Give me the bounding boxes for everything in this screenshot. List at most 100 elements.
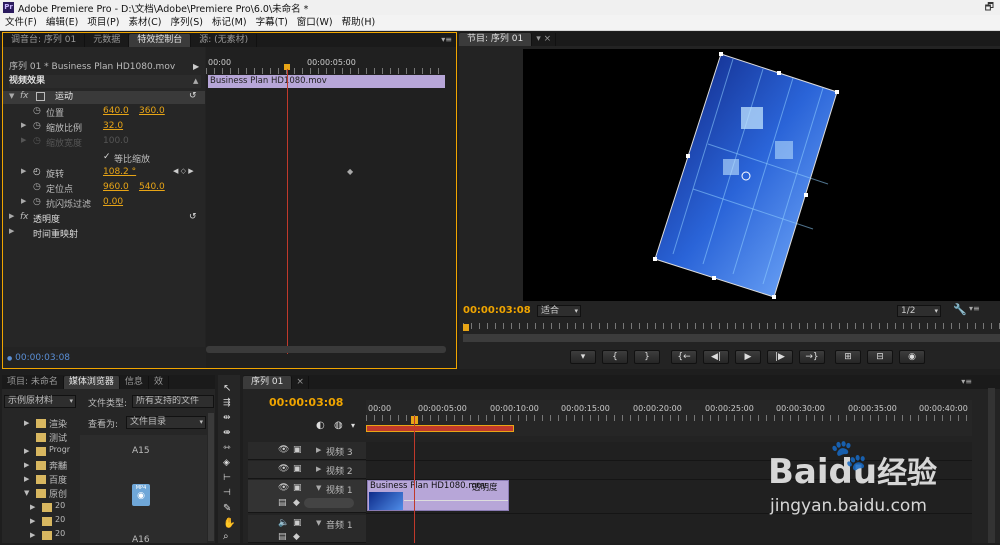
expand-track-icon[interactable]: ▶ [316,446,321,454]
effect-timecode[interactable]: 00:00:03:08 [15,353,70,363]
track-video-3[interactable]: 👁 ▣ ▶ 视频 3 [248,442,366,460]
tab-project[interactable]: 项目: 未命名 [2,376,64,389]
menu-clip[interactable]: 素材(C) [123,15,165,30]
lift-button[interactable]: ⊞ [835,350,861,364]
expand-motion-icon[interactable]: ▼ [9,92,14,100]
fit-select[interactable]: 适合 ▾ [537,305,581,317]
expand-track-icon[interactable]: ▼ [316,484,321,492]
menu-title[interactable]: 字幕(T) [251,15,292,30]
add-marker-timeline-icon[interactable]: ◍ [334,420,343,431]
track-audio-1[interactable]: 🔈 ▣ ▼ 音频 1 ▤ ◆ [248,515,366,543]
expand-arrow-icon[interactable]: ▶ [24,461,29,469]
step-forward-button[interactable]: |▶ [767,350,793,364]
selection-tool-icon[interactable]: ↖ [223,383,231,394]
expand-track-icon[interactable]: ▼ [316,519,321,527]
go-to-in-button[interactable]: {← [671,350,697,364]
position-y-value[interactable]: 360.0 [139,106,165,116]
tab-audio-mixer[interactable]: 调音台: 序列 01 [3,34,86,47]
motion-transform-icon[interactable] [36,92,45,101]
mark-in-button[interactable]: { [602,350,628,364]
panel-menu-icon[interactable]: ▾≡ [441,33,452,46]
expand-arrow-icon[interactable]: ▶ [24,419,29,427]
view-as-select[interactable]: 文件目录 ▾ [126,416,206,429]
expand-arrow-icon[interactable]: ▶ [24,447,29,455]
timeline-ruler[interactable]: 00:00 00:00:05:00 00:00:10:00 00:00:15:0… [366,400,972,436]
vertical-scrollbar[interactable] [208,413,214,541]
tree-item[interactable]: ▶ 百度 [2,473,78,486]
tree-item[interactable]: ▶ 20 [2,501,78,514]
wrench-icon[interactable]: 🔧 [953,303,967,316]
extract-button[interactable]: ⊟ [867,350,893,364]
tree-item[interactable]: 测试 [2,431,78,444]
reset-motion-icon[interactable]: ↺ [189,91,197,101]
eye-icon[interactable]: 👁 [278,445,289,455]
expand-track-icon[interactable]: ▶ [316,465,321,473]
expand-arrow-icon[interactable]: ▼ [24,489,29,497]
lock-icon[interactable]: ▣ [293,445,302,455]
menu-marker[interactable]: 标记(M) [207,15,251,30]
lock-icon[interactable]: ▣ [293,483,302,493]
lock-icon[interactable]: ▣ [293,464,302,474]
tab-effects[interactable]: 效 [149,376,169,389]
rotated-video-frame[interactable] [523,49,1000,301]
program-playhead-handle[interactable] [463,324,469,331]
stopwatch-icon[interactable]: ◷ [33,106,41,116]
expand-arrow-icon[interactable]: ▶ [30,531,35,539]
clip-fx-label[interactable]: 透明度 [472,481,498,493]
tab-sequence-01[interactable]: 序列 01 [243,376,293,389]
tab-program[interactable]: 节目: 序列 01 [459,33,533,46]
monitor-menu-icon[interactable]: ▾≡ [969,304,980,313]
opacity-row[interactable]: ▶ fx 透明度 ↺ [3,212,205,225]
expand-time-remap-icon[interactable]: ▶ [9,227,14,235]
keyframe-nav-icon[interactable]: ◀ ◇ ▶ [173,167,194,175]
scroll-up-arrow-icon[interactable]: ▲ [193,77,198,85]
mark-out-button[interactable]: } [634,350,660,364]
lock-icon[interactable]: ▣ [293,518,302,528]
expand-arrow-icon[interactable]: ▶ [24,475,29,483]
tab-media-browser[interactable]: 媒体浏览器 [63,376,120,389]
scale-value[interactable]: 32.0 [103,121,123,131]
display-style-icon[interactable]: ▤ [278,498,287,508]
rolling-edit-tool-icon[interactable]: ⇼ [223,428,231,438]
tab-source[interactable]: 源: (无素材) [191,34,258,47]
mp4-file-icon[interactable]: MP4 ◉ [132,484,150,506]
resolution-select[interactable]: 1/2 ▾ [897,305,941,317]
tree-item[interactable]: ▼ 原创 [2,487,78,500]
track-select-tool-icon[interactable]: ⇶ [223,398,231,408]
timeline-menu-icon[interactable]: ▾≡ [961,375,972,388]
program-scrub-bar[interactable] [463,334,1000,342]
keyframe-toggle-icon[interactable]: ◆ [293,532,300,542]
antiflicker-value[interactable]: 0.00 [103,197,123,207]
pen-tool-icon[interactable]: ✎ [223,503,231,514]
expand-rotation-icon[interactable]: ▶ [21,167,26,175]
position-x-value[interactable]: 640.0 [103,106,129,116]
tab-metadata[interactable]: 元数据 [85,34,130,47]
menu-project[interactable]: 项目(P) [82,15,123,30]
timeline-timecode[interactable]: 00:00:03:08 [269,396,343,409]
snap-icon[interactable]: ◐ [316,420,325,431]
speaker-icon[interactable]: 🔈 [278,518,289,528]
program-tab-menu-icon[interactable]: ▾ × [532,33,557,46]
expand-arrow-icon[interactable]: ▶ [30,517,35,525]
keyframe-diamond-icon[interactable]: ◆ [347,167,353,176]
eye-icon[interactable]: 👁 [278,464,289,474]
stopwatch-icon[interactable]: ◷ [33,197,41,207]
add-marker-button[interactable]: ▾ [570,350,596,364]
tree-item[interactable]: ▶ 20 [2,515,78,528]
step-back-button[interactable]: ◀| [703,350,729,364]
track-video-1[interactable]: 👁 ▣ ▼ 视频 1 ▤ ◆ [248,480,366,513]
expand-antiflicker-icon[interactable]: ▶ [21,197,26,205]
menu-file[interactable]: 文件(F) [0,15,41,30]
slide-tool-icon[interactable]: ⊣ [223,488,231,498]
expand-arrow-icon[interactable]: ▶ [30,503,35,511]
video-clip[interactable]: Business Plan HD1080.mov 透明度 [367,480,509,511]
stopwatch-icon[interactable]: ◷ [33,121,41,131]
time-remap-row[interactable]: ▶ 时间重映射 [3,227,205,240]
menu-sequence[interactable]: 序列(S) [166,15,207,30]
marker-icon[interactable]: ▾ [351,421,355,430]
tree-item[interactable]: ▶ Progr [2,445,78,458]
mini-clip-bar[interactable]: Business Plan HD1080.mov [208,75,445,88]
go-to-out-button[interactable]: →} [799,350,825,364]
uniform-scale-checkbox[interactable]: ✓ [103,152,111,162]
razor-tool-icon[interactable]: ◈ [223,458,230,468]
